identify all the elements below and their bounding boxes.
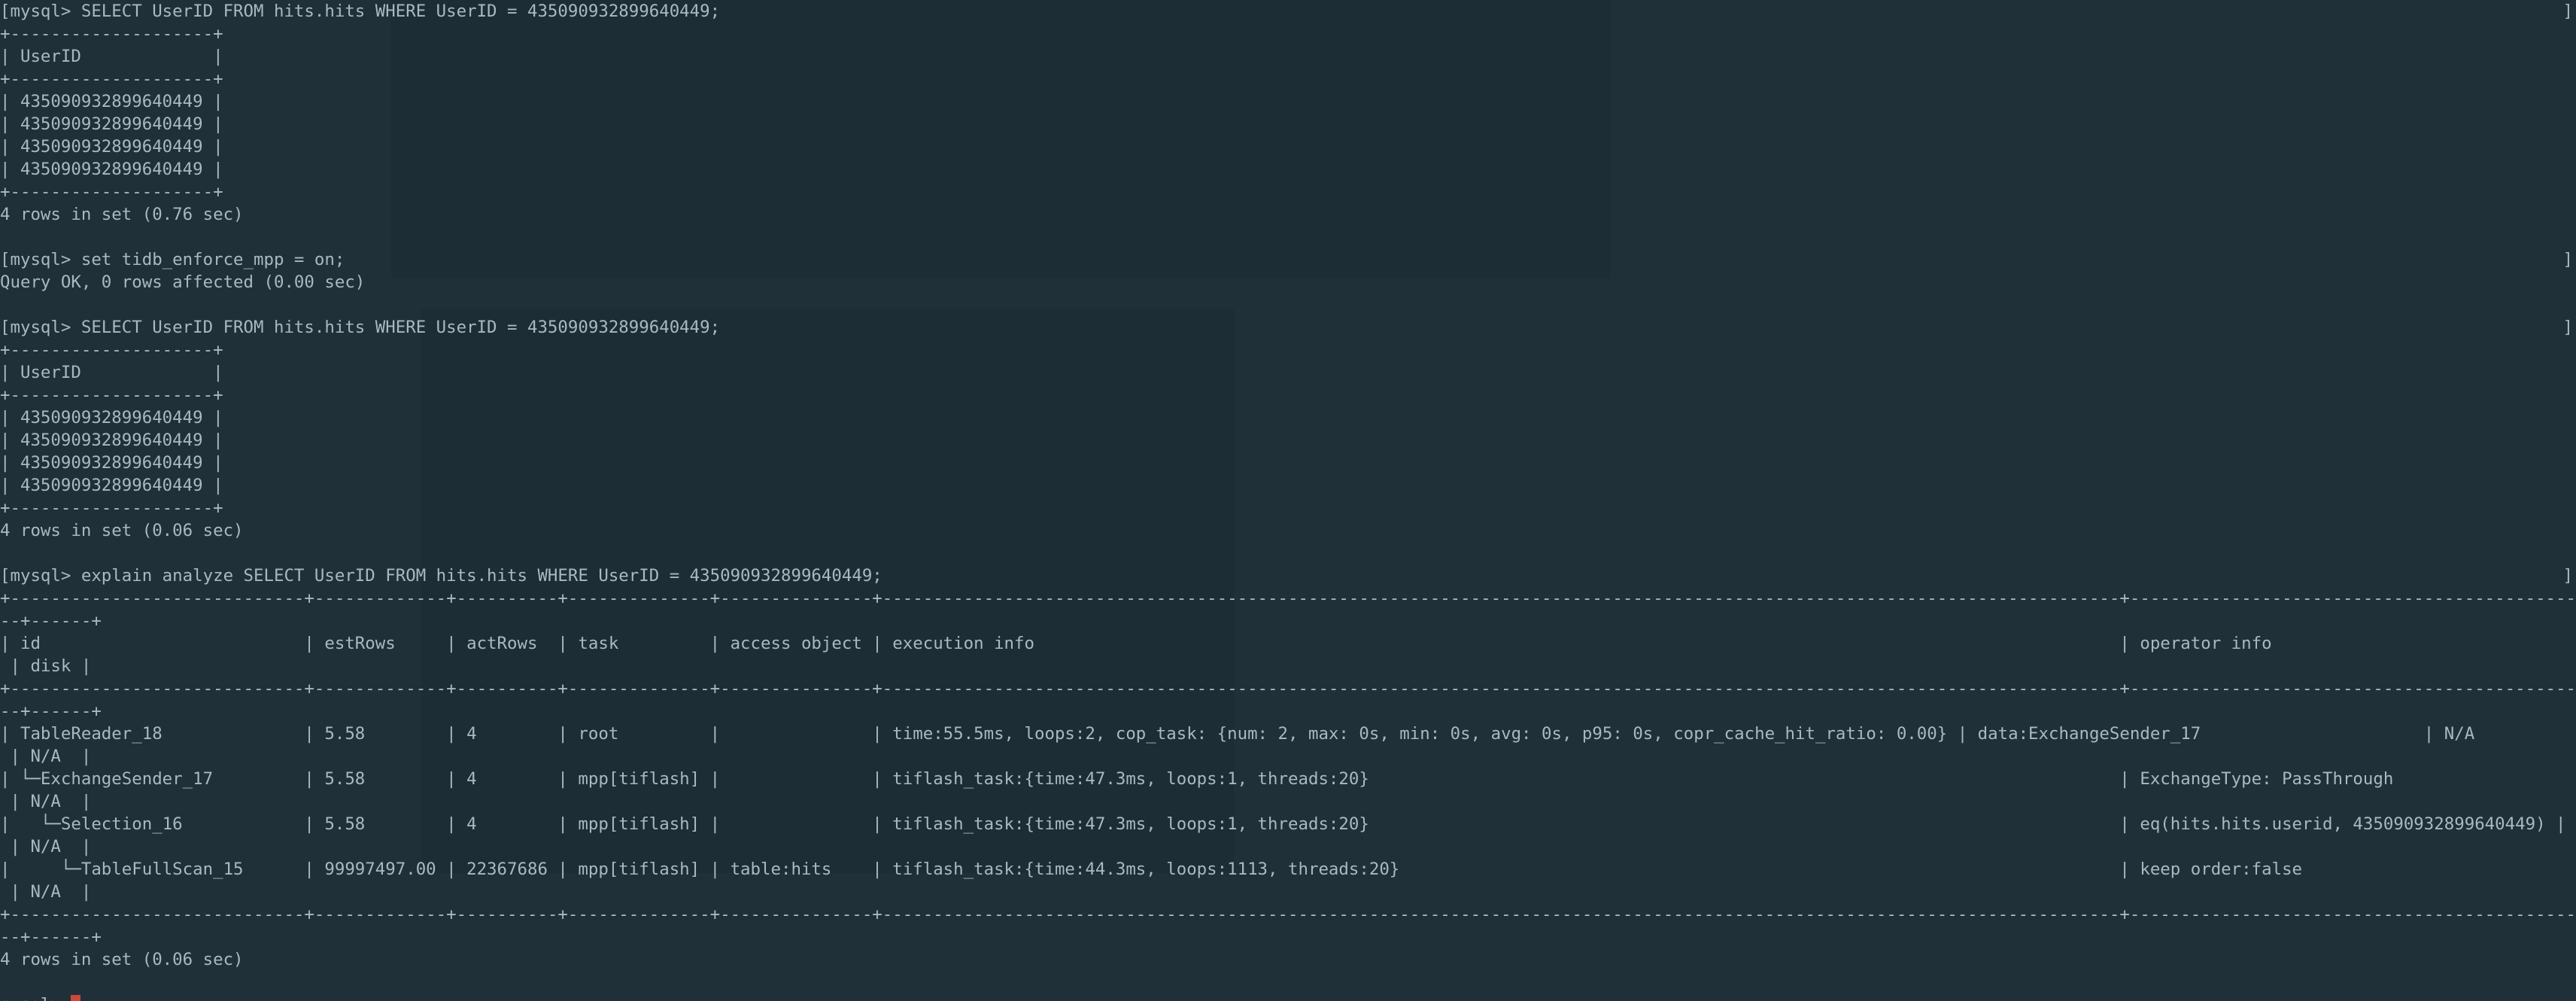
terminal-line-text: Query OK, 0 rows affected (0.00 sec) (0, 272, 366, 292)
terminal-line-text: | 435090932899640449 | (0, 453, 223, 473)
terminal-line-text: +--------------------+ (0, 24, 223, 44)
terminal-line-text: --+------+ (0, 701, 102, 721)
terminal-line-text: +--------------------+ (0, 69, 223, 89)
terminal-line: | 435090932899640449 | (0, 158, 2576, 181)
terminal-line-text: +-----------------------------+---------… (0, 589, 2576, 608)
terminal-line: | id | estRows | actRows | task | access… (0, 632, 2576, 655)
terminal-line-text: | 435090932899640449 | (0, 92, 223, 111)
terminal-line: | 435090932899640449 | (0, 113, 2576, 135)
terminal-line-text: | TableReader_18 | 5.58 | 4 | root | | t… (0, 724, 2475, 744)
terminal-line: | N/A | (0, 835, 2576, 858)
line-end-bracket: ] (2562, 2, 2573, 21)
terminal-line-text: | N/A | (0, 747, 92, 766)
terminal-line-text: 4 rows in set (0.06 sec) (0, 950, 244, 969)
terminal-line-text: | 435090932899640449 | (0, 137, 223, 157)
terminal-line: | 435090932899640449 | (0, 429, 2576, 452)
terminal-line: 4 rows in set (0.06 sec) (0, 519, 2576, 542)
terminal-line: | N/A | (0, 745, 2576, 768)
terminal-line-text: | 435090932899640449 | (0, 431, 223, 450)
terminal-line: | 435090932899640449 | (0, 135, 2576, 158)
terminal-line-text: | └─ExchangeSender_17 | 5.58 | 4 | mpp[t… (0, 769, 2576, 789)
terminal-line-text: +--------------------+ (0, 182, 223, 202)
terminal-line-text: | 435090932899640449 | (0, 408, 223, 427)
terminal-line: 4 rows in set (0.06 sec) (0, 948, 2576, 971)
terminal-line-text: [mysql> set tidb_enforce_mpp = on; (0, 250, 345, 269)
terminal-line: 4 rows in set (0.76 sec) (0, 203, 2576, 226)
terminal-line-text: [mysql> SELECT UserID FROM hits.hits WHE… (0, 318, 721, 337)
terminal-line-text: | 435090932899640449 | (0, 114, 223, 134)
terminal-line-text: +--------------------+ (0, 340, 223, 360)
terminal-line-text: mysql> (0, 995, 71, 1001)
terminal-line-text: --+------+ (0, 611, 102, 631)
terminal-line-text: | 435090932899640449 | (0, 160, 223, 179)
terminal-line: [mysql> SELECT UserID FROM hits.hits WHE… (0, 0, 2576, 23)
terminal-line-text: [mysql> SELECT UserID FROM hits.hits WHE… (0, 2, 721, 21)
terminal-line-text: | └─TableFullScan_15 | 99997497.00 | 223… (0, 860, 2576, 879)
terminal-line-text: +-----------------------------+---------… (0, 679, 2576, 698)
terminal-line-text: | └─Selection_16 | 5.58 | 4 | mpp[tiflas… (0, 814, 2576, 834)
terminal-line: +--------------------+ (0, 68, 2576, 90)
terminal-line: --+------+ (0, 610, 2576, 632)
terminal-line-text: | disk | (0, 656, 92, 676)
terminal-line: | └─Selection_16 | 5.58 | 4 | mpp[tiflas… (0, 813, 2576, 835)
terminal-line-text: | N/A | (0, 792, 92, 811)
terminal-line-text: 4 rows in set (0.06 sec) (0, 521, 244, 540)
line-end-bracket: ] (2562, 250, 2573, 269)
terminal-line: mysql> (0, 993, 2576, 1001)
terminal-line: [mysql> explain analyze SELECT UserID FR… (0, 564, 2576, 587)
terminal-line-text: +--------------------+ (0, 498, 223, 518)
line-end-bracket: ] (2562, 318, 2573, 337)
terminal-output[interactable]: [mysql> SELECT UserID FROM hits.hits WHE… (0, 0, 2576, 1001)
terminal-line: +-----------------------------+---------… (0, 903, 2576, 926)
terminal-window[interactable]: [mysql> SELECT UserID FROM hits.hits WHE… (0, 0, 2576, 1001)
terminal-line: [mysql> SELECT UserID FROM hits.hits WHE… (0, 316, 2576, 339)
terminal-line: +-----------------------------+---------… (0, 587, 2576, 610)
terminal-line-text: 4 rows in set (0.76 sec) (0, 205, 244, 224)
terminal-line: | └─TableFullScan_15 | 99997497.00 | 223… (0, 858, 2576, 881)
terminal-line: | UserID | (0, 45, 2576, 68)
terminal-line: | N/A | (0, 881, 2576, 903)
terminal-line: Query OK, 0 rows affected (0.00 sec) (0, 271, 2576, 294)
terminal-line: +--------------------+ (0, 339, 2576, 361)
line-end-bracket: ] (2562, 566, 2573, 586)
terminal-line-text: | UserID | (0, 363, 223, 382)
terminal-line-text: | id | estRows | actRows | task | access… (0, 634, 2576, 653)
terminal-line: | disk | (0, 655, 2576, 677)
terminal-line-text: --+------+ (0, 927, 102, 947)
terminal-line-text: | UserID | (0, 47, 223, 66)
terminal-line: --+------+ (0, 926, 2576, 948)
terminal-line-text: | 435090932899640449 | (0, 476, 223, 495)
terminal-line: +-----------------------------+---------… (0, 677, 2576, 700)
terminal-line: | └─ExchangeSender_17 | 5.58 | 4 | mpp[t… (0, 768, 2576, 790)
terminal-line-text: | N/A | (0, 837, 92, 856)
terminal-line: | 435090932899640449 | (0, 452, 2576, 474)
terminal-line: | TableReader_18 | 5.58 | 4 | root | | t… (0, 723, 2576, 745)
terminal-line: +--------------------+ (0, 181, 2576, 203)
terminal-line: | 435090932899640449 | (0, 90, 2576, 113)
terminal-line: | 435090932899640449 | (0, 406, 2576, 429)
terminal-line-text: | N/A | (0, 882, 92, 902)
text-cursor (71, 995, 81, 1001)
terminal-line: | 435090932899640449 | (0, 474, 2576, 497)
terminal-line: +--------------------+ (0, 497, 2576, 519)
terminal-line: +--------------------+ (0, 23, 2576, 45)
terminal-line-text: +--------------------+ (0, 385, 223, 405)
terminal-line: | UserID | (0, 361, 2576, 384)
terminal-line-text: [mysql> explain analyze SELECT UserID FR… (0, 566, 882, 586)
terminal-line-text: +-----------------------------+---------… (0, 905, 2576, 924)
terminal-line: | N/A | (0, 790, 2576, 813)
terminal-line: [mysql> set tidb_enforce_mpp = on;] (0, 248, 2576, 271)
terminal-line: +--------------------+ (0, 384, 2576, 406)
terminal-line: --+------+ (0, 700, 2576, 723)
